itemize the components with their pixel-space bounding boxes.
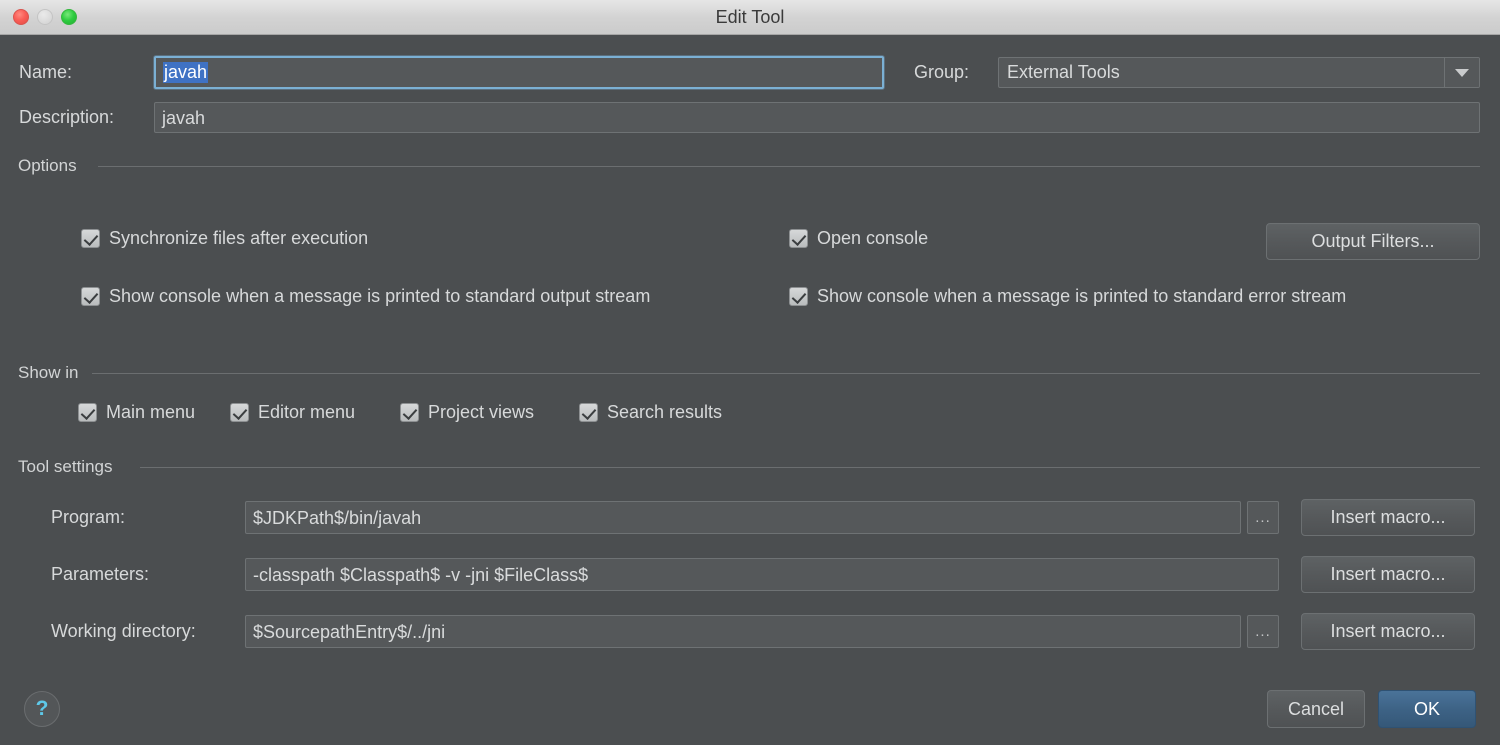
checkbox-label: Open console — [817, 228, 929, 248]
checkbox-icon[interactable] — [230, 403, 249, 422]
working-directory-input-value: $SourcepathEntry$/../jni — [253, 621, 446, 642]
checkbox-icon[interactable] — [789, 287, 808, 306]
working-directory-input[interactable]: $SourcepathEntry$/../jni — [245, 615, 1241, 648]
parameters-insert-macro-button[interactable]: Insert macro... — [1301, 556, 1475, 593]
checkbox-main-menu[interactable]: Main menu — [78, 402, 195, 423]
checkbox-label: Project views — [428, 402, 535, 422]
parameters-input[interactable]: -classpath $Classpath$ -v -jni $FileClas… — [245, 558, 1279, 591]
checkbox-label: Editor menu — [258, 402, 356, 422]
working-directory-insert-macro-button[interactable]: Insert macro... — [1301, 613, 1475, 650]
tool-settings-section-title: Tool settings — [18, 457, 113, 476]
checkbox-icon[interactable] — [789, 229, 808, 248]
checkbox-icon[interactable] — [81, 287, 100, 306]
edit-tool-dialog: Name: javah Group: External Tools Descri… — [0, 35, 1500, 745]
description-input[interactable]: javah — [154, 102, 1480, 133]
cancel-button[interactable]: Cancel — [1267, 690, 1365, 728]
options-section-title: Options — [18, 156, 77, 175]
checkbox-icon[interactable] — [78, 403, 97, 422]
checkbox-label: Main menu — [106, 402, 196, 422]
output-filters-button[interactable]: Output Filters... — [1266, 223, 1480, 260]
name-label: Name: — [19, 62, 73, 82]
chevron-down-icon — [1455, 68, 1469, 77]
window-title: Edit Tool — [715, 7, 785, 27]
window-titlebar: Edit Tool — [0, 0, 1500, 35]
program-browse-button[interactable]: ... — [1247, 501, 1279, 534]
group-combobox-toggle[interactable] — [1444, 58, 1479, 87]
description-label: Description: — [19, 107, 115, 127]
name-input[interactable]: javah — [154, 56, 884, 89]
options-section-divider — [98, 166, 1480, 167]
checkbox-icon[interactable] — [400, 403, 419, 422]
checkbox-label: Synchronize files after execution — [109, 228, 369, 248]
working-directory-browse-button[interactable]: ... — [1247, 615, 1279, 648]
program-input-value: $JDKPath$/bin/javah — [253, 507, 422, 528]
checkbox-editor-menu[interactable]: Editor menu — [230, 402, 355, 423]
ok-button[interactable]: OK — [1378, 690, 1476, 728]
parameters-input-value: -classpath $Classpath$ -v -jni $FileClas… — [253, 564, 589, 585]
help-icon[interactable]: ? — [24, 691, 60, 727]
show-in-section-divider — [92, 373, 1480, 374]
description-input-value: javah — [162, 107, 206, 128]
checkbox-show-console-stdout[interactable]: Show console when a message is printed t… — [81, 286, 650, 307]
checkbox-search-results[interactable]: Search results — [579, 402, 722, 423]
checkbox-show-console-stderr[interactable]: Show console when a message is printed t… — [789, 286, 1346, 307]
checkbox-label: Search results — [607, 402, 723, 422]
checkbox-synchronize-files[interactable]: Synchronize files after execution — [81, 228, 368, 249]
checkbox-label: Show console when a message is printed t… — [817, 286, 1347, 306]
checkbox-label: Show console when a message is printed t… — [109, 286, 651, 306]
group-label: Group: — [914, 62, 970, 82]
checkbox-open-console[interactable]: Open console — [789, 228, 928, 249]
parameters-label: Parameters: — [51, 564, 150, 584]
checkbox-project-views[interactable]: Project views — [400, 402, 534, 423]
group-combobox[interactable]: External Tools — [998, 57, 1480, 88]
working-directory-label: Working directory: — [51, 621, 196, 641]
program-input[interactable]: $JDKPath$/bin/javah — [245, 501, 1241, 534]
checkbox-icon[interactable] — [81, 229, 100, 248]
show-in-section-title: Show in — [18, 363, 79, 382]
checkbox-icon[interactable] — [579, 403, 598, 422]
name-input-value: javah — [163, 62, 209, 83]
program-insert-macro-button[interactable]: Insert macro... — [1301, 499, 1475, 536]
tool-settings-section-divider — [140, 467, 1480, 468]
group-combobox-value: External Tools — [1007, 62, 1120, 82]
program-label: Program: — [51, 507, 126, 527]
